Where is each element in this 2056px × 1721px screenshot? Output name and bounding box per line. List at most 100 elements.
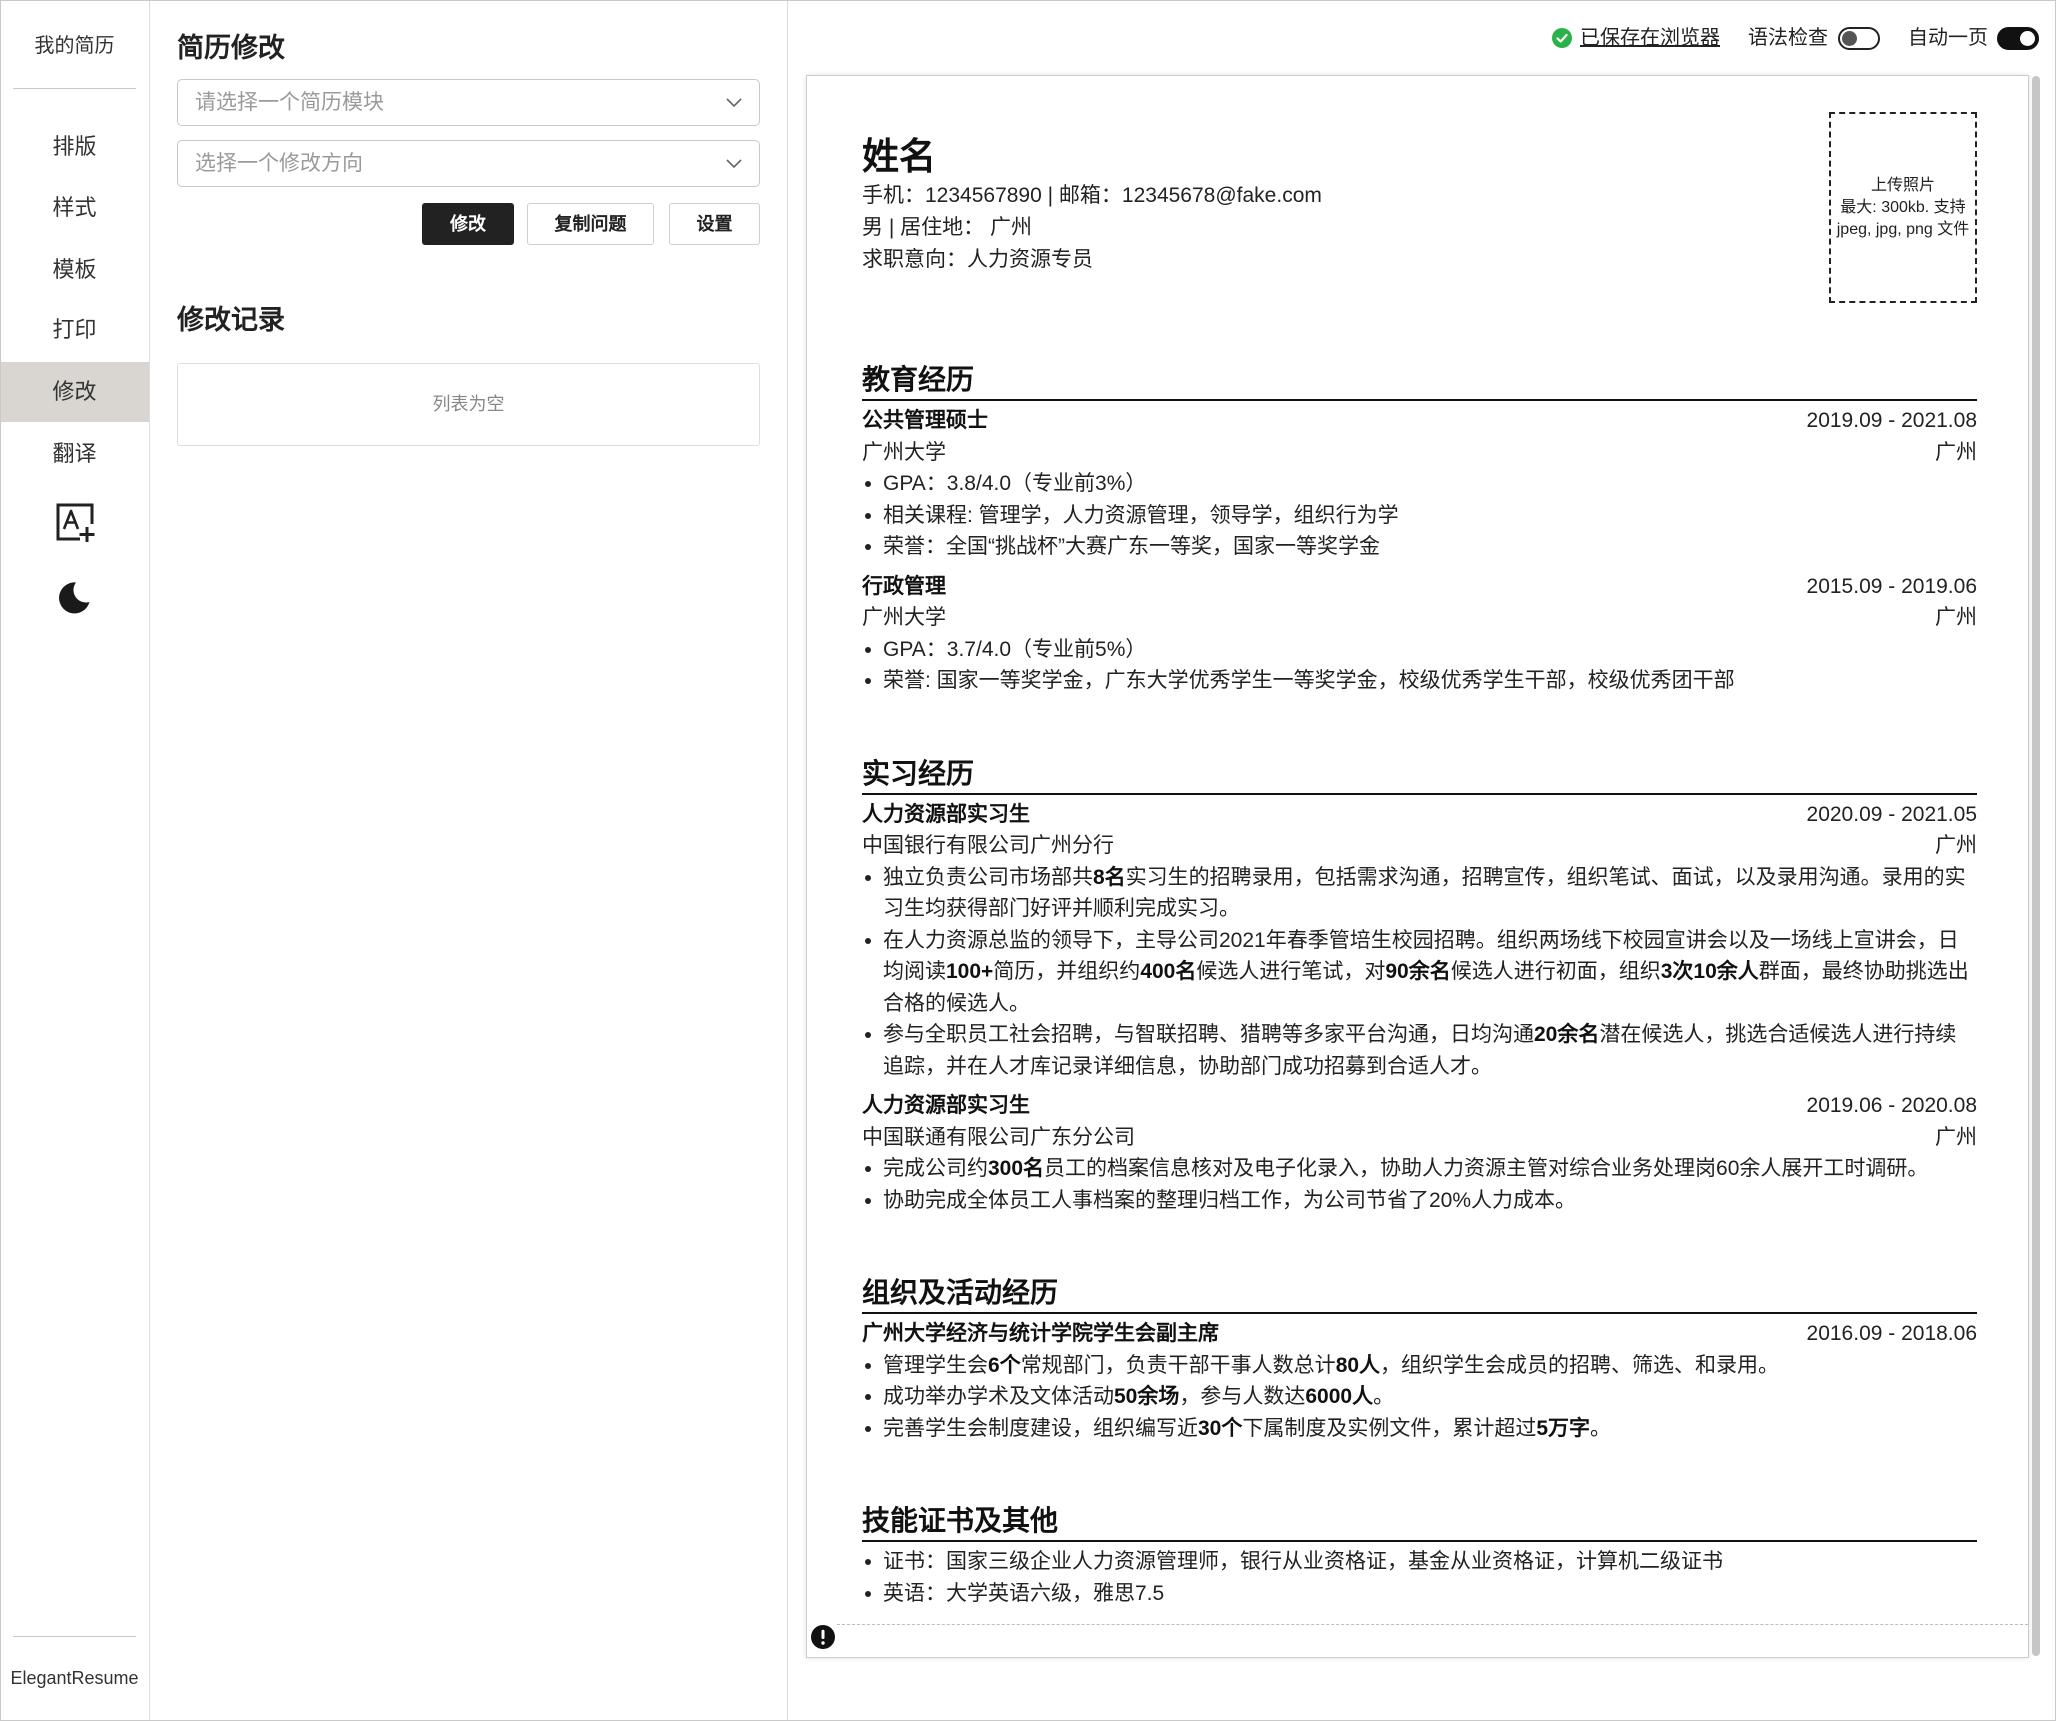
entry-header-row: 人力资源部实习生 2020.09 - 2021.05 — [862, 799, 1977, 831]
bullet-text: ，组织学生会成员的招聘、筛选、和录用。 — [1380, 1353, 1780, 1377]
sidebar-item-style[interactable]: 样式 — [0, 178, 149, 238]
bullet-highlight: 100+ — [946, 960, 994, 983]
sidebar-item-layout[interactable]: 排版 — [0, 117, 149, 177]
chevron-down-icon — [726, 98, 742, 108]
bullet-text: 简历，并组织约 — [993, 960, 1141, 983]
moon-icon[interactable] — [56, 580, 92, 616]
bullet-highlight: 6个 — [988, 1353, 1021, 1377]
bullet-text: 英语：大学英语六级，雅思7.5 — [883, 1581, 1165, 1605]
bullet-list: 完成公司约300名员工的档案信息核对及电子化录入，协助人力资源主管对综合业务处理… — [862, 1153, 1977, 1216]
toggle-knob — [2020, 31, 2035, 46]
resume-section: 教育经历 公共管理硕士 2019.09 - 2021.08 广州大学 广州 GPA：3.8… — [862, 361, 1977, 697]
entry-date: 2015.09 - 2019.06 — [1806, 574, 1977, 598]
bullet-highlight: 90余名 — [1385, 960, 1451, 983]
bullet-item: 参与全职员工社会招聘，与智联招聘、猎聘等多家平台沟通，日均沟通20余名潜在候选人… — [862, 1019, 1977, 1082]
sidebar-item-modify[interactable]: 修改 — [0, 362, 149, 422]
section-body: 证书：国家三级企业人力资源管理师，银行从业资格证，基金从业资格证，计算机二级证书… — [862, 1542, 1977, 1609]
entry-location: 广州 — [1935, 606, 1977, 629]
bullet-item: 相关课程: 管理学，人力资源管理，领导学，组织行为学 — [862, 500, 1977, 532]
bullet-highlight: 400名 — [1140, 960, 1197, 983]
bullet-item: 英语：大学英语六级，雅思7.5 — [862, 1578, 1977, 1610]
bullet-text: 参与全职员工社会招聘，与智联招聘、猎聘等多家平台沟通，日均沟通 — [883, 1023, 1534, 1046]
bullet-item: 荣誉: 国家一等奖学金，广东大学优秀学生一等奖学金，校级优秀学生干部，校级优秀团… — [862, 665, 1977, 697]
chevron-down-icon — [726, 159, 742, 169]
resume-section: 技能证书及其他 证书：国家三级企业人力资源管理师，银行从业资格证，基金从业资格证，… — [862, 1502, 1977, 1609]
grammar-check-toggle[interactable] — [1838, 27, 1880, 50]
bullet-highlight: 50余场 — [1114, 1385, 1180, 1408]
app-brand: ElegantResume — [10, 1668, 139, 1688]
bullet-item: 独立负责公司市场部共8名实习生的招聘录用，包括需求沟通，招聘宣传，组织笔试、面试… — [862, 862, 1977, 925]
copy-question-button[interactable]: 复制问题 — [527, 203, 654, 245]
direction-select[interactable]: 选择一个修改方向 — [177, 140, 760, 187]
entry-header-row: 公共管理硕士 2019.09 - 2021.08 — [862, 405, 1977, 437]
entry-sub-row: 中国联通有限公司广东分公司 广州 — [862, 1122, 1977, 1154]
bullet-highlight: 3次10余人 — [1660, 960, 1759, 983]
resume-entry: 公共管理硕士 2019.09 - 2021.08 广州大学 广州 GPA：3.8/4.0… — [862, 405, 1977, 563]
bullet-text: GPA：3.7/4.0（专业前5%） — [883, 637, 1147, 661]
bullet-highlight: 6000人 — [1305, 1385, 1374, 1408]
sidebar-item-print[interactable]: 打印 — [0, 300, 149, 360]
toggle-knob — [1842, 31, 1857, 46]
entry-title: 行政管理 — [862, 574, 946, 598]
bullet-text: 下属制度及实例文件，累计超过 — [1242, 1416, 1537, 1440]
bullet-text: 。 — [1373, 1385, 1395, 1408]
section-body: 人力资源部实习生 2020.09 - 2021.05 中国银行有限公司广州分行 广州独… — [862, 795, 1977, 1217]
bullet-item: 完成公司约300名员工的档案信息核对及电子化录入，协助人力资源主管对综合业务处理… — [862, 1153, 1977, 1185]
entry-organization: 中国联通有限公司广东分公司 — [862, 1125, 1135, 1149]
bullet-text: 证书：国家三级企业人力资源管理师，银行从业资格证，基金从业资格证，计算机二级证书 — [883, 1550, 1723, 1573]
resume-entry: 人力资源部实习生 2020.09 - 2021.05 中国银行有限公司广州分行 广州独… — [862, 799, 1977, 1083]
resume-sections: 教育经历 公共管理硕士 2019.09 - 2021.08 广州大学 广州 GPA：3.8… — [862, 361, 1977, 1609]
auto-one-page-toggle[interactable] — [1997, 27, 2039, 50]
auto-one-page-label: 自动一页 — [1908, 27, 1988, 49]
bullet-list: 证书：国家三级企业人力资源管理师，银行从业资格证，基金从业资格证，计算机二级证书… — [862, 1546, 1977, 1609]
bullet-item: GPA：3.8/4.0（专业前3%） — [862, 468, 1977, 500]
photo-upload[interactable]: 上传照片 最大: 300kb. 支持 jpeg, jpg, png 文件 — [1829, 112, 1977, 303]
resume-entry: 行政管理 2015.09 - 2019.06 广州大学 广州 GPA：3.7/4.0（专… — [862, 571, 1977, 697]
section-body: 广州大学经济与统计学院学生会副主席 2016.09 - 2018.06 管理学生会6… — [862, 1314, 1977, 1444]
entry-organization: 广州大学 — [862, 440, 946, 464]
entry-location: 广州 — [1935, 834, 1977, 857]
exclamation-icon[interactable] — [811, 1625, 835, 1649]
bullet-text: 独立负责公司市场部共 — [883, 865, 1093, 889]
entry-title: 公共管理硕士 — [862, 409, 988, 432]
history-list: 列表为空 — [177, 363, 760, 446]
bullet-text: 。 — [1590, 1416, 1612, 1440]
bullet-item: 完善学生会制度建设，组织编写近30个下属制度及实例文件，累计超过5万字。 — [862, 1413, 1977, 1445]
bullet-text: 候选人进行笔试，对 — [1196, 960, 1386, 983]
resume-content: 姓名 手机：1234567890 | 邮箱：12345678@fake.com … — [862, 134, 1977, 1609]
bullet-text: 协助完成全体员工人事档案的整理归档工作，为公司节省了20%人力成本。 — [883, 1188, 1577, 1212]
sidebar: 我的简历 排版 样式 模板 打印 修改 翻译 ElegantResume — [0, 0, 150, 1721]
entry-header-row: 行政管理 2015.09 - 2019.06 — [862, 571, 1977, 603]
bullet-item: 管理学生会6个常规部门，负责干部干事人数总计80人，组织学生会成员的招聘、筛选、… — [862, 1350, 1977, 1382]
page-break-line — [837, 1624, 2028, 1625]
bullet-item: 证书：国家三级企业人力资源管理师，银行从业资格证，基金从业资格证，计算机二级证书 — [862, 1546, 1977, 1578]
bullet-list: GPA：3.7/4.0（专业前5%） 荣誉: 国家一等奖学金，广东大学优秀学生一等… — [862, 634, 1977, 697]
sidebar-item-template[interactable]: 模板 — [0, 240, 149, 300]
entry-sub-row: 广州大学 广州 — [862, 437, 1977, 469]
resume-contact-line: 求职意向：人力资源专员 — [862, 248, 1093, 271]
module-select[interactable]: 请选择一个简历模块 — [177, 79, 760, 126]
sidebar-item-translate[interactable]: 翻译 — [0, 424, 149, 484]
add-text-icon[interactable] — [54, 501, 96, 543]
bullet-text: 候选人进行初面，组织 — [1450, 960, 1661, 983]
bullet-list: 独立负责公司市场部共8名实习生的招聘录用，包括需求沟通，招聘宣传，组织笔试、面试… — [862, 862, 1977, 1083]
scrollbar[interactable] — [2032, 76, 2040, 1656]
section-heading: 教育经历 — [862, 361, 1977, 401]
app-window: 我的简历 排版 样式 模板 打印 修改 翻译 ElegantResume 简历修… — [0, 0, 2056, 1721]
sidebar-title[interactable]: 我的简历 — [0, 32, 149, 60]
bullet-text: 管理学生会 — [883, 1353, 988, 1377]
sidebar-divider — [13, 1636, 136, 1637]
resume-entry: 人力资源部实习生 2019.06 - 2020.08 中国联通有限公司广东分公司 广州… — [862, 1090, 1977, 1216]
saved-status-link[interactable]: 已保存在浏览器 — [1580, 24, 1720, 52]
photo-upload-text: 最大: 300kb. 支持 — [1840, 198, 1966, 216]
bullet-item: 成功举办学术及文体活动50余场，参与人数达6000人。 — [862, 1381, 1977, 1413]
section-heading: 技能证书及其他 — [862, 1502, 1977, 1542]
bullet-highlight: 20余名 — [1534, 1023, 1600, 1046]
settings-button[interactable]: 设置 — [669, 203, 760, 245]
entry-date: 2019.06 - 2020.08 — [1806, 1094, 1977, 1117]
bullet-highlight: 8名 — [1093, 865, 1126, 889]
modify-button[interactable]: 修改 — [422, 203, 514, 245]
bullet-item: 协助完成全体员工人事档案的整理归档工作，为公司节省了20%人力成本。 — [862, 1185, 1977, 1217]
bullet-highlight: 5万字 — [1536, 1416, 1591, 1440]
bullet-text: 员工的档案信息核对及电子化录入，协助人力资源主管对综合业务处理岗60余人展开工时… — [1044, 1157, 1929, 1180]
